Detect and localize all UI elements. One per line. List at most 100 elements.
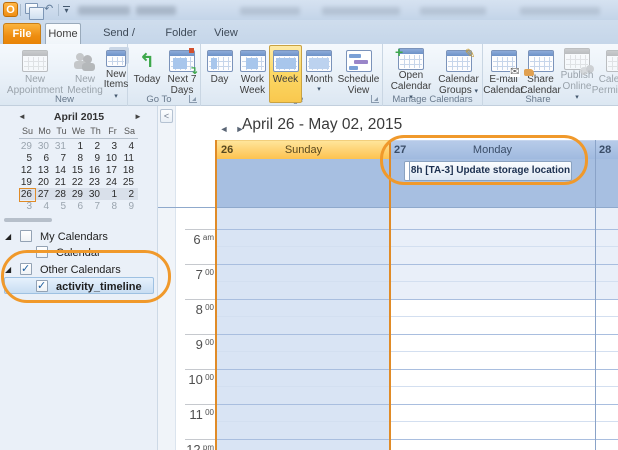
outlook-app-icon[interactable]: O (3, 2, 18, 17)
time-label: 6 am (182, 231, 214, 249)
view-month-button[interactable]: Month▾ (302, 45, 336, 103)
qat-separator (20, 4, 21, 16)
check-icon: ✓ (21, 262, 30, 275)
date-range-title: April 26 - May 02, 2015 (242, 116, 402, 134)
day-header-monday[interactable]: 27 Monday (390, 140, 595, 159)
expander-icon[interactable]: ◢ (5, 266, 11, 274)
minical-dow-label: Mo (36, 126, 53, 136)
activity-timeline-checkbox[interactable]: ✓ (36, 280, 48, 292)
grid-line (217, 299, 618, 300)
grid-line (185, 369, 217, 370)
view-schedule-button[interactable]: Schedule View (336, 45, 381, 103)
sidebar-item-calendar[interactable]: Calendar (0, 245, 158, 261)
tab-file[interactable]: File (3, 23, 41, 44)
minical-day[interactable]: 8 (104, 200, 121, 214)
minical-dow-label: Fr (104, 126, 121, 136)
ribbon: New Go To Arrange Manage Calendars Share… (0, 44, 618, 106)
undo-icon[interactable]: ↶ (44, 3, 53, 16)
dropdown-arrow-icon: ▾ (305, 86, 333, 93)
minical-grid: 2930311234567891011121314151617181920212… (19, 140, 138, 212)
sidebar-item-my-calendars[interactable]: ◢ My Calendars (0, 229, 158, 245)
new-meeting-button[interactable]: New Meeting (67, 45, 103, 103)
event-update-storage-location[interactable]: 8h [TA-3] Update storage location (404, 161, 572, 181)
my-calendars-checkbox[interactable] (20, 230, 32, 242)
minical-day[interactable]: 4 (36, 200, 53, 214)
day-view-icon (207, 48, 233, 74)
tab-view[interactable]: View (206, 23, 246, 44)
dropdown-arrow-icon: ▾ (575, 94, 579, 101)
new-items-button[interactable]: New Items ▾ (103, 45, 129, 103)
minical-dow-label: Th (87, 126, 104, 136)
grid-line (217, 404, 618, 405)
tab-folder[interactable]: Folder (158, 23, 204, 44)
day-header-tuesday[interactable]: 28 (595, 140, 618, 159)
check-icon: ✓ (37, 279, 46, 292)
new-meeting-icon (73, 48, 97, 74)
calendar-permissions-button[interactable]: Calendar Permissions (596, 45, 618, 103)
redacted-title-text (322, 7, 400, 15)
redacted-title-text (136, 6, 176, 15)
grid-line (217, 369, 618, 370)
pane-splitter-handle[interactable] (4, 218, 52, 222)
send-receive-icon[interactable] (25, 3, 38, 14)
view-work-week-button[interactable]: Work Week (236, 45, 269, 103)
grid-line (217, 229, 618, 230)
view-day-button[interactable]: Day (203, 45, 236, 103)
previous-week-icon[interactable]: ◄ (218, 123, 230, 135)
tab-home[interactable]: Home (45, 23, 81, 44)
minical-dow-row: SuMoTuWeThFrSa (19, 126, 138, 139)
minical-day[interactable]: 9 (121, 200, 138, 214)
minical-day[interactable]: 7 (87, 200, 104, 214)
sidebar-item-activity-timeline[interactable]: ✓ activity_timeline (0, 279, 158, 295)
monday-column[interactable] (390, 208, 595, 450)
grid-line (185, 334, 217, 335)
new-items-icon (106, 48, 126, 69)
qat-customize-icon[interactable]: ▾ (63, 3, 70, 14)
expander-icon[interactable]: ◢ (5, 233, 11, 241)
other-calendars-checkbox[interactable]: ✓ (20, 263, 32, 275)
today-button[interactable]: ↰ Today (130, 45, 164, 103)
grid-line (185, 439, 217, 440)
qat-separator (58, 4, 59, 16)
tuesday-column[interactable] (595, 208, 618, 450)
minical-day[interactable]: 3 (19, 200, 36, 214)
schedule-view-icon (346, 48, 372, 74)
calendar-groups-button[interactable]: ✎ Calendar Groups ▾ (435, 45, 482, 103)
minical-dow-label: Sa (121, 126, 138, 136)
calendar-view: < ◄ ► April 26 - May 02, 2015 26 Sunday … (158, 106, 618, 450)
dropdown-arrow-icon: ▾ (114, 93, 118, 100)
next-7-days-button[interactable]: ↴ Next 7 Days (164, 45, 200, 103)
day-header-sunday[interactable]: 26 Sunday (217, 140, 390, 159)
activity-timeline-label: activity_timeline (56, 280, 142, 294)
minical-next-icon[interactable]: ► (134, 112, 142, 121)
grid-line (185, 404, 217, 405)
publish-online-button[interactable]: Publish Online ▾ (559, 45, 595, 103)
minical-day[interactable]: 5 (53, 200, 70, 214)
sunday-column[interactable] (217, 208, 390, 450)
grid-line (217, 334, 618, 335)
time-grid[interactable]: 6 am7 008 009 0010 0011 0012 pm (158, 207, 618, 450)
grid-line (217, 281, 618, 282)
open-calendar-icon: + (398, 48, 424, 70)
minical-week-row: 3456789 (19, 200, 138, 212)
publish-online-icon (564, 48, 590, 70)
email-calendar-button[interactable]: ✉ E-mail Calendar (485, 45, 522, 103)
redacted-title-text (240, 7, 300, 15)
tab-send-receive[interactable]: Send / Receive (82, 23, 156, 44)
dropdown-arrow-icon: ▾ (409, 94, 413, 101)
share-calendar-button[interactable]: Share Calendar (522, 45, 559, 103)
minical-week-row: 262728293012 (19, 188, 138, 200)
redacted-title-text (420, 7, 486, 15)
open-calendar-button[interactable]: + Open Calendar ▾ (387, 45, 435, 103)
calendar-checkbox[interactable] (36, 246, 48, 258)
day-number: 28 (599, 141, 611, 160)
grid-line (217, 421, 618, 422)
time-label: 7 00 (182, 266, 214, 284)
minical-day[interactable]: 6 (70, 200, 87, 214)
calendar-groups-icon: ✎ (446, 48, 472, 74)
sidebar-item-other-calendars[interactable]: ◢ ✓ Other Calendars (0, 262, 158, 278)
grid-line (217, 246, 618, 247)
view-week-button[interactable]: Week (269, 45, 302, 103)
new-appointment-button[interactable]: New Appointment (3, 45, 67, 103)
collapse-pane-icon[interactable]: < (160, 109, 173, 123)
